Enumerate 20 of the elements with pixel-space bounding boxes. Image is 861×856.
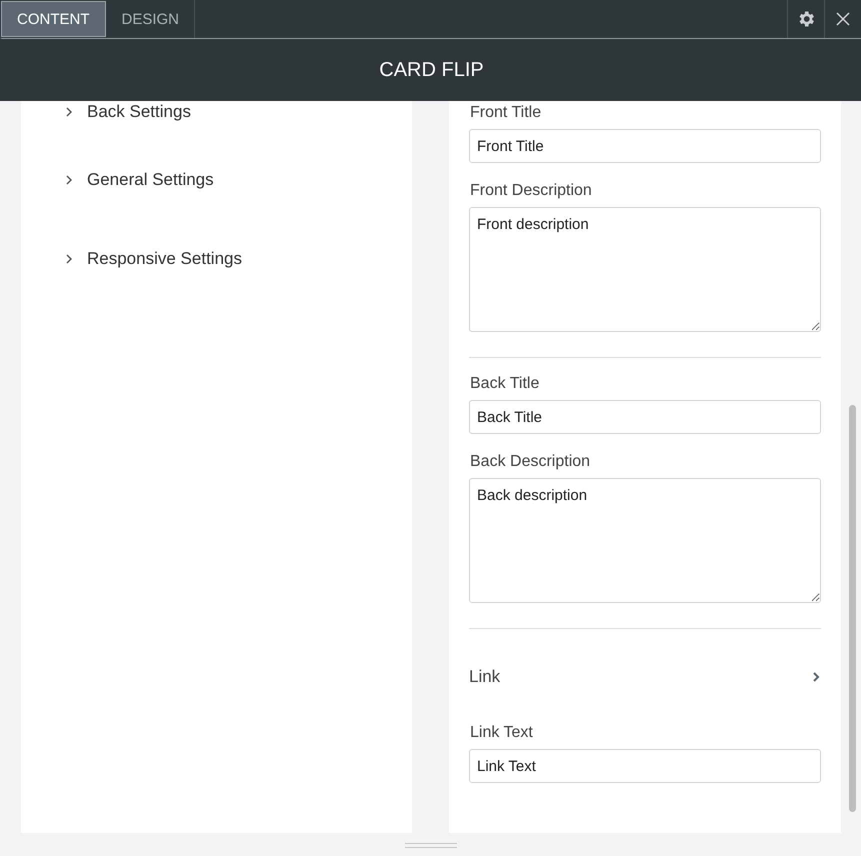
resize-handle[interactable] [405,842,457,848]
input-field[interactable]: Back Title [469,400,821,434]
field-label: Link Text [470,723,534,743]
input-field[interactable]: Front Title [469,129,821,163]
panel-title: CARD FLIP [379,58,484,82]
section-header[interactable]: Back Settings [21,101,412,123]
field-label: Back Description [470,452,592,472]
section-header[interactable]: Responsive Settings [21,248,412,270]
link-row[interactable]: Link [469,655,821,699]
text-area[interactable]: Back description [469,478,821,603]
field-label: Front Title [470,103,542,123]
close-icon [836,12,850,26]
input-field[interactable]: Link Text [469,749,821,783]
field-label: Front Description [470,181,593,201]
scrollbar-thumb[interactable] [849,405,856,812]
field-label: Back Title [470,374,540,394]
text-area[interactable]: Front description [469,207,821,332]
chevron-icon [812,671,820,683]
tab[interactable]: CONTENT [1,1,106,37]
section-header[interactable]: General Settings [21,169,412,191]
